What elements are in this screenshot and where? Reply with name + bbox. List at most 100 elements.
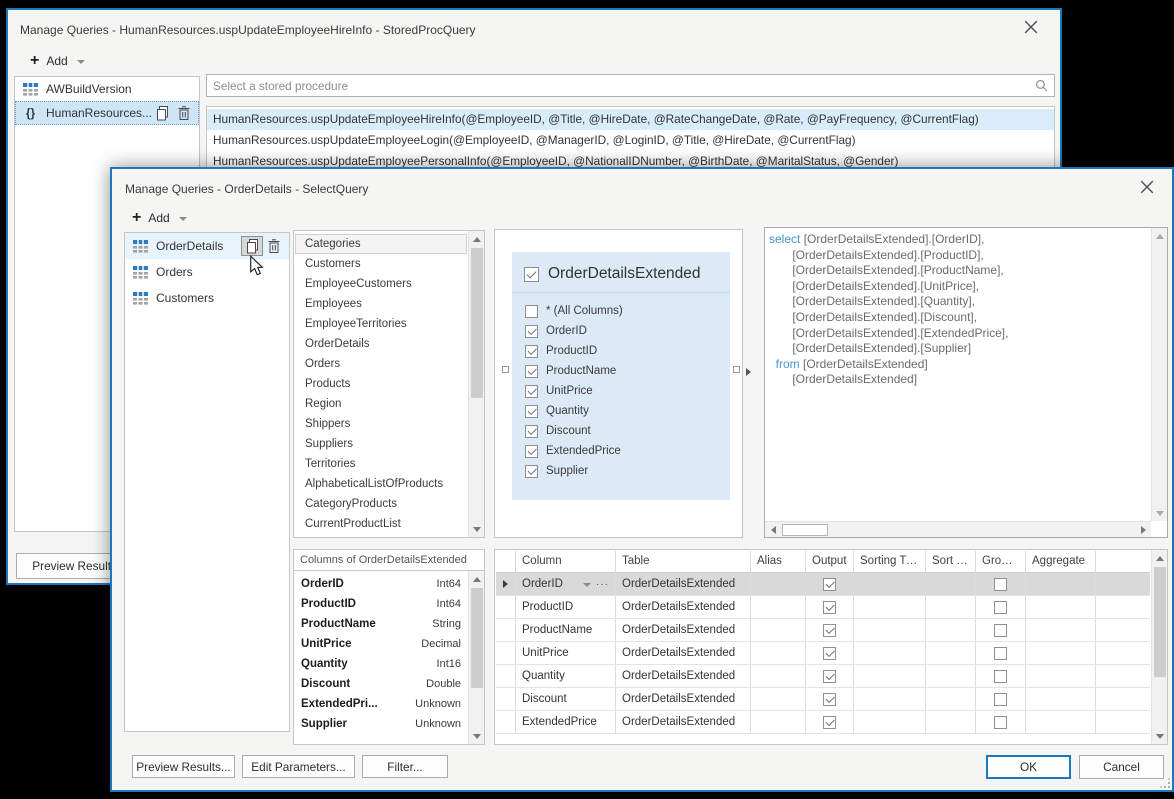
grid-cell-column[interactable]: ExtendedPrice bbox=[516, 711, 616, 733]
grid-cell-table[interactable]: OrderDetailsExtended bbox=[616, 642, 751, 664]
grid-cell-column[interactable]: ProductID bbox=[516, 596, 616, 618]
grid-cell-sort-order[interactable] bbox=[926, 688, 976, 710]
column-info-row[interactable]: UnitPriceDecimal bbox=[295, 634, 467, 654]
grid-cell-aggregate[interactable] bbox=[1026, 596, 1096, 618]
grid-cell-aggregate[interactable] bbox=[1026, 688, 1096, 710]
grid-cell-output[interactable] bbox=[806, 596, 854, 618]
grid-cell-alias[interactable] bbox=[751, 665, 806, 687]
column-checkbox[interactable] bbox=[525, 305, 538, 318]
filter-button[interactable]: Filter... bbox=[362, 755, 448, 778]
trash-icon[interactable] bbox=[263, 236, 285, 256]
back-add-button[interactable]: + Add bbox=[30, 54, 85, 68]
grid-cell-aggregate[interactable] bbox=[1026, 711, 1096, 733]
column-info-row[interactable]: SupplierUnknown bbox=[295, 714, 467, 734]
column-info-row[interactable]: ExtendedPri...Unknown bbox=[295, 694, 467, 714]
column-checkbox[interactable] bbox=[525, 425, 538, 438]
search-input[interactable] bbox=[207, 79, 1035, 93]
grid-cell-column[interactable]: Discount bbox=[516, 688, 616, 710]
group-by-checkbox[interactable] bbox=[994, 693, 1007, 706]
column-info-row[interactable]: ProductNameString bbox=[295, 614, 467, 634]
grid-header-cell[interactable]: Alias bbox=[751, 551, 806, 572]
diagram-column-item[interactable]: ProductName bbox=[512, 361, 730, 381]
grid-row[interactable]: DiscountOrderDetailsExtended bbox=[496, 688, 1150, 711]
ellipsis-icon[interactable]: ··· bbox=[596, 579, 609, 590]
diagram-column-item[interactable]: Supplier bbox=[512, 461, 730, 481]
table-list-item[interactable]: Orders bbox=[295, 354, 467, 374]
query-list-item[interactable]: AWBuildVersion bbox=[15, 77, 199, 101]
grid-row[interactable]: ProductIDOrderDetailsExtended bbox=[496, 596, 1150, 619]
front-close-icon[interactable] bbox=[1140, 180, 1156, 196]
table-list-item[interactable]: Customers bbox=[295, 254, 467, 274]
grid-cell-table[interactable]: OrderDetailsExtended bbox=[616, 711, 751, 733]
grid-cell-alias[interactable] bbox=[751, 596, 806, 618]
diagram-column-item[interactable]: UnitPrice bbox=[512, 381, 730, 401]
output-checkbox[interactable] bbox=[823, 716, 836, 729]
connector-handle-right[interactable] bbox=[733, 366, 740, 373]
query-list-item[interactable]: OrderDetails bbox=[125, 233, 289, 259]
grid-cell-alias[interactable] bbox=[751, 573, 806, 595]
grid-cell-sorting-type[interactable] bbox=[854, 711, 926, 733]
table-list-item[interactable]: OrderDetails bbox=[295, 334, 467, 354]
grid-cell-aggregate[interactable] bbox=[1026, 619, 1096, 641]
table-list-item[interactable]: CategoryProducts bbox=[295, 494, 467, 514]
grid-cell-alias[interactable] bbox=[751, 642, 806, 664]
grid-cell-table[interactable]: OrderDetailsExtended bbox=[616, 665, 751, 687]
column-info-row[interactable]: QuantityInt16 bbox=[295, 654, 467, 674]
grid-cell-sort-order[interactable] bbox=[926, 665, 976, 687]
grid-header-cell[interactable]: Sorting Type bbox=[854, 551, 926, 572]
grid-cell-output[interactable] bbox=[806, 665, 854, 687]
grid-cell-column[interactable]: OrderID··· bbox=[516, 573, 616, 595]
grid-row[interactable]: ExtendedPriceOrderDetailsExtended bbox=[496, 711, 1150, 734]
query-list-item[interactable]: {}HumanResources.... bbox=[15, 101, 199, 125]
column-checkbox[interactable] bbox=[525, 405, 538, 418]
group-by-checkbox[interactable] bbox=[994, 647, 1007, 660]
grid-cell-aggregate[interactable] bbox=[1026, 665, 1096, 687]
grid-header-cell[interactable]: Group By bbox=[976, 551, 1026, 572]
grid-cell-group-by[interactable] bbox=[976, 619, 1026, 641]
edit-parameters-button[interactable]: Edit Parameters... bbox=[242, 755, 355, 778]
grid-cell-column[interactable]: ProductName bbox=[516, 619, 616, 641]
back-close-icon[interactable] bbox=[1024, 20, 1040, 36]
grid-cell-sorting-type[interactable] bbox=[854, 642, 926, 664]
grid-cell-alias[interactable] bbox=[751, 619, 806, 641]
grid-cell-group-by[interactable] bbox=[976, 688, 1026, 710]
column-info-row[interactable]: OrderIDInt64 bbox=[295, 574, 467, 594]
column-checkbox[interactable] bbox=[525, 385, 538, 398]
column-checkbox[interactable] bbox=[525, 325, 538, 338]
grid-cell-sorting-type[interactable] bbox=[854, 665, 926, 687]
table-list-item[interactable]: Products bbox=[295, 374, 467, 394]
dropdown-icon[interactable] bbox=[583, 583, 591, 587]
grid-header-cell[interactable]: Aggregate bbox=[1026, 551, 1096, 572]
grid-cell-aggregate[interactable] bbox=[1026, 642, 1096, 664]
table-list-item[interactable]: Shippers bbox=[295, 414, 467, 434]
stored-proc-search[interactable] bbox=[206, 74, 1055, 97]
grid-header-cell[interactable]: Table bbox=[616, 551, 751, 572]
grid-cell-output[interactable] bbox=[806, 573, 854, 595]
table-list-item[interactable]: Employees bbox=[295, 294, 467, 314]
group-by-checkbox[interactable] bbox=[994, 716, 1007, 729]
grid-cell-sort-order[interactable] bbox=[926, 596, 976, 618]
grid-cell-sort-order[interactable] bbox=[926, 619, 976, 641]
diagram-column-item[interactable]: ExtendedPrice bbox=[512, 441, 730, 461]
table-list-item[interactable]: Suppliers bbox=[295, 434, 467, 454]
cancel-button[interactable]: Cancel bbox=[1079, 755, 1164, 779]
grid-cell-sorting-type[interactable] bbox=[854, 688, 926, 710]
grid-row[interactable]: QuantityOrderDetailsExtended bbox=[496, 665, 1150, 688]
column-checkbox[interactable] bbox=[525, 445, 538, 458]
output-checkbox[interactable] bbox=[823, 578, 836, 591]
grid-cell-output[interactable] bbox=[806, 688, 854, 710]
grid-cell-group-by[interactable] bbox=[976, 711, 1026, 733]
table-card-orderdetailsextended[interactable]: OrderDetailsExtended * (All Columns)Orde… bbox=[512, 252, 730, 500]
columns-scrollbar[interactable] bbox=[468, 571, 484, 744]
column-checkbox[interactable] bbox=[525, 465, 538, 478]
grid-header-cell[interactable]: Output bbox=[806, 551, 854, 572]
grid-row[interactable]: OrderID···OrderDetailsExtended bbox=[496, 573, 1150, 596]
grid-row[interactable]: ProductNameOrderDetailsExtended bbox=[496, 619, 1150, 642]
sql-v-scrollbar[interactable] bbox=[1151, 228, 1167, 521]
grid-cell-table[interactable]: OrderDetailsExtended bbox=[616, 573, 751, 595]
group-by-checkbox[interactable] bbox=[994, 670, 1007, 683]
table-list-item[interactable]: CurrentProductList bbox=[295, 514, 467, 534]
group-by-checkbox[interactable] bbox=[994, 601, 1007, 614]
front-add-button[interactable]: + Add bbox=[132, 211, 187, 225]
grid-header-cell[interactable]: Column bbox=[516, 551, 616, 572]
